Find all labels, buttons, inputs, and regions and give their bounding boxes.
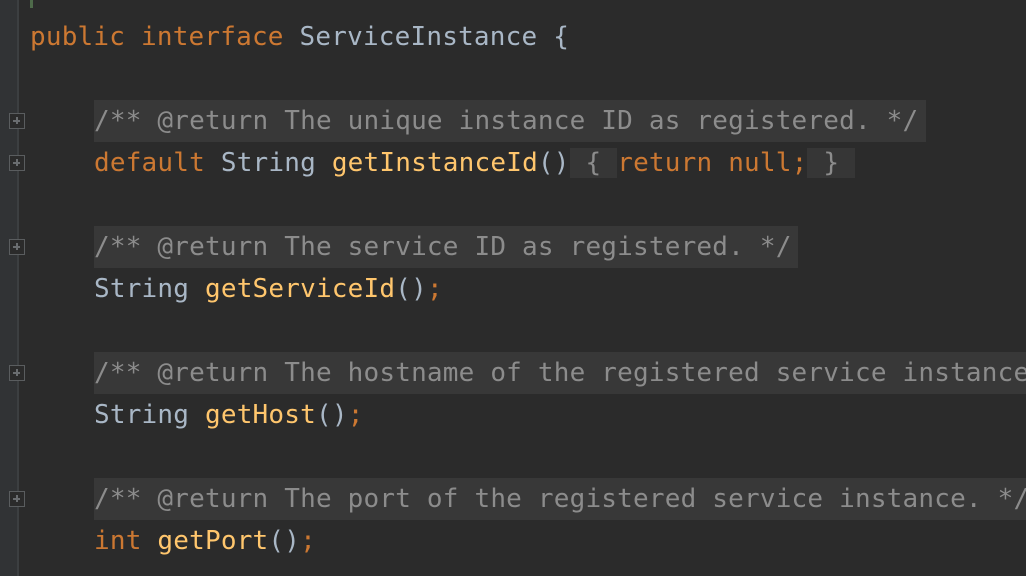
semicolon: ;: [300, 526, 316, 556]
method-signature-line: String getHost();: [94, 394, 364, 436]
folded-open-brace: {: [585, 148, 602, 178]
interface-keyword: interface: [140, 22, 284, 52]
doc-comment-line: /** @return The port of the registered s…: [94, 478, 1026, 520]
parens: (): [268, 526, 301, 556]
modifier-keyword: public: [30, 22, 126, 52]
doc-comment-line: /** @return The unique instance ID as re…: [94, 100, 926, 142]
method-name: getHost: [204, 400, 316, 430]
method-signature-line: int getPort();: [94, 520, 316, 562]
method-name: getServiceId: [204, 274, 396, 304]
method-name: getInstanceId: [331, 148, 538, 178]
editor-gutter: [0, 0, 17, 576]
return-type: String: [220, 148, 316, 178]
gutter-divider: [17, 0, 19, 576]
semicolon: ;: [426, 274, 443, 304]
fold-expand-icon[interactable]: [9, 365, 25, 381]
open-brace: {: [553, 22, 570, 52]
return-type: String: [94, 274, 190, 304]
doc-comment: /** @return The hostname of the register…: [94, 358, 1026, 388]
interface-declaration-line: public interface ServiceInstance {: [30, 16, 569, 58]
method-name: getPort: [157, 526, 269, 556]
doc-comment-line: /** @return The service ID as registered…: [94, 226, 798, 268]
semicolon: ;: [347, 400, 364, 430]
parens: (): [315, 400, 348, 430]
doc-comment: /** @return The service ID as registered…: [94, 232, 792, 262]
doc-comment-line: /** @return The hostname of the register…: [94, 352, 1026, 394]
doc-comment: /** @return The port of the registered s…: [94, 484, 1026, 514]
parens: (): [537, 148, 570, 178]
fold-expand-icon[interactable]: [9, 491, 25, 507]
doc-comment: /** @return The unique instance ID as re…: [94, 106, 919, 136]
vcs-change-marker: [30, 0, 33, 8]
fold-expand-icon[interactable]: [9, 155, 25, 171]
fold-expand-icon[interactable]: [9, 239, 25, 255]
folded-close-brace: }: [823, 148, 840, 178]
return-type: String: [94, 400, 190, 430]
return-type: int: [94, 526, 142, 556]
method-signature-line: default String getInstanceId() { return …: [94, 142, 856, 184]
folded-body[interactable]: return null;: [617, 148, 808, 178]
default-keyword: default: [94, 148, 205, 178]
interface-name: ServiceInstance: [299, 22, 538, 52]
fold-expand-icon[interactable]: [9, 113, 25, 129]
parens: (): [395, 274, 427, 304]
method-signature-line: String getServiceId();: [94, 268, 443, 310]
